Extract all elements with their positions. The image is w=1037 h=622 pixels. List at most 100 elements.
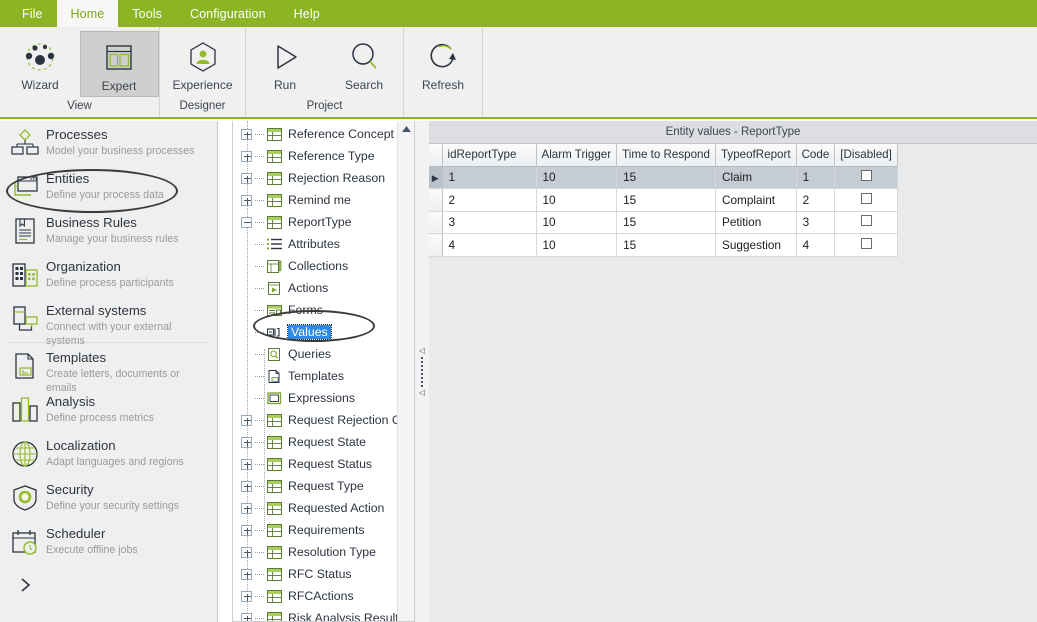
tree-expander-plus-icon[interactable] bbox=[241, 546, 252, 558]
tree-node[interactable]: Request Type bbox=[233, 475, 414, 497]
grid-cell[interactable]: 1 bbox=[796, 166, 836, 189]
grid-row-marker[interactable] bbox=[429, 211, 443, 234]
grid-cell[interactable]: 15 bbox=[616, 211, 716, 234]
disabled-checkbox[interactable] bbox=[860, 170, 872, 182]
tree-node[interactable]: Actions bbox=[233, 277, 414, 299]
tree-node[interactable]: Resolution Type bbox=[233, 541, 414, 563]
search-button[interactable]: Search bbox=[325, 31, 404, 97]
tree-node[interactable]: Requirements bbox=[233, 519, 414, 541]
menu-item-tools[interactable]: Tools bbox=[118, 0, 176, 27]
tree-scrollbar[interactable] bbox=[397, 121, 414, 621]
menu-item-help[interactable]: Help bbox=[280, 0, 334, 27]
grid-col-time-to-respond[interactable]: Time to Respond bbox=[616, 144, 716, 167]
tree-node[interactable]: Expressions bbox=[233, 387, 414, 409]
tree-node[interactable]: Attributes bbox=[233, 233, 414, 255]
splitter-arrow-up-icon[interactable]: ◁ bbox=[419, 346, 425, 355]
tree-expander-plus-icon[interactable] bbox=[241, 150, 252, 162]
grid-row-marker[interactable]: ▶ bbox=[429, 166, 443, 189]
sidebar-item-processes[interactable]: Processes Model your business processes bbox=[0, 121, 217, 165]
grid-cell[interactable]: 3 bbox=[442, 211, 537, 234]
wizard-button[interactable]: Wizard bbox=[1, 31, 80, 97]
grid-cell[interactable]: 2 bbox=[442, 188, 537, 212]
tree-node[interactable]: Collections bbox=[233, 255, 414, 277]
tree-expander-plus-icon[interactable] bbox=[241, 524, 252, 536]
grid-cell-disabled[interactable] bbox=[834, 211, 898, 234]
grid-cell[interactable]: 10 bbox=[536, 233, 618, 257]
sidebar-item-analysis[interactable]: Analysis Define process metrics bbox=[0, 388, 217, 432]
tree-node[interactable]: Values bbox=[233, 321, 414, 343]
tree-node[interactable]: Rejection Reason bbox=[233, 167, 414, 189]
grid-cell-disabled[interactable] bbox=[834, 166, 898, 189]
tree-node[interactable]: Remind me bbox=[233, 189, 414, 211]
grid-cell[interactable]: 10 bbox=[536, 166, 618, 189]
sidebar-item-scheduler[interactable]: Scheduler Execute offline jobs bbox=[0, 520, 217, 564]
grid-cell[interactable]: 15 bbox=[616, 166, 716, 189]
grid-cell-disabled[interactable] bbox=[834, 233, 898, 257]
sidebar-item-organization[interactable]: Organization Define process participants bbox=[0, 253, 217, 297]
tree-node[interactable]: Queries bbox=[233, 343, 414, 365]
tree-expander-plus-icon[interactable] bbox=[241, 590, 252, 602]
tree-expander-plus-icon[interactable] bbox=[241, 502, 252, 514]
panel-splitter[interactable]: ◁ ◁ bbox=[415, 121, 429, 622]
sidebar-expand-button[interactable] bbox=[0, 564, 217, 599]
grid-cell[interactable]: 4 bbox=[796, 233, 836, 257]
tree-node[interactable]: RFC Status bbox=[233, 563, 414, 585]
grid-cell-disabled[interactable] bbox=[834, 188, 898, 212]
grid-row-marker[interactable] bbox=[429, 233, 443, 257]
grid-cell[interactable]: 4 bbox=[442, 233, 537, 257]
menu-item-home[interactable]: Home bbox=[56, 0, 119, 27]
grid-cell[interactable]: 1 bbox=[442, 166, 537, 189]
table-row[interactable]: ▶ 1 10 15 Claim 1 bbox=[429, 166, 898, 189]
tree-node[interactable]: Requested Action bbox=[233, 497, 414, 519]
tree-expander-plus-icon[interactable] bbox=[241, 436, 252, 448]
tree-node[interactable]: Request State bbox=[233, 431, 414, 453]
tree-node[interactable]: Risk Analysis Result bbox=[233, 607, 414, 621]
grid-col-alarm-trigger[interactable]: Alarm Trigger bbox=[536, 144, 618, 167]
disabled-checkbox[interactable] bbox=[860, 192, 872, 204]
sidebar-item-external-systems[interactable]: External systems Connect with your exter… bbox=[0, 297, 217, 347]
grid-cell[interactable]: 15 bbox=[616, 188, 716, 212]
tree-expander-plus-icon[interactable] bbox=[241, 568, 252, 580]
expert-button[interactable]: Expert bbox=[79, 31, 159, 97]
tree-expander-plus-icon[interactable] bbox=[241, 414, 252, 426]
grid-cell[interactable]: Petition bbox=[715, 211, 797, 234]
run-button[interactable]: Run bbox=[246, 31, 325, 97]
grid-cell[interactable]: Complaint bbox=[715, 188, 797, 212]
menu-item-configuration[interactable]: Configuration bbox=[176, 0, 280, 27]
sidebar-item-localization[interactable]: Localization Adapt languages and regions bbox=[0, 432, 217, 476]
tree-node[interactable]: Request Rejection Caus bbox=[233, 409, 414, 431]
experience-button[interactable]: Experience bbox=[163, 31, 242, 97]
tree-expander-plus-icon[interactable] bbox=[241, 480, 252, 492]
entity-values-grid[interactable]: idReportType Alarm Trigger Time to Respo… bbox=[429, 144, 898, 257]
menu-item-file[interactable]: File bbox=[8, 0, 57, 27]
tree-node[interactable]: Reference Type bbox=[233, 145, 414, 167]
tree-expander-plus-icon[interactable] bbox=[241, 172, 252, 184]
grid-cell[interactable]: 10 bbox=[536, 211, 618, 234]
table-row[interactable]: 4 10 15 Suggestion 4 bbox=[429, 233, 898, 257]
tree-expander-plus-icon[interactable] bbox=[241, 612, 252, 621]
tree-node[interactable]: RFCActions bbox=[233, 585, 414, 607]
disabled-checkbox[interactable] bbox=[860, 215, 872, 227]
grid-col-code[interactable]: Code bbox=[796, 144, 836, 167]
grid-cell[interactable]: Suggestion bbox=[715, 233, 797, 257]
tree-expander-plus-icon[interactable] bbox=[241, 458, 252, 470]
sidebar-item-business-rules[interactable]: Business Rules Manage your business rule… bbox=[0, 209, 217, 253]
splitter-arrow-down-icon[interactable]: ◁ bbox=[419, 388, 425, 397]
tree-expander-plus-icon[interactable] bbox=[241, 194, 252, 206]
scroll-up-arrow-icon[interactable] bbox=[398, 121, 414, 138]
table-row[interactable]: 2 10 15 Complaint 2 bbox=[429, 188, 898, 212]
grid-cell[interactable]: 10 bbox=[536, 188, 618, 212]
refresh-button[interactable]: Refresh bbox=[404, 31, 483, 97]
table-row[interactable]: 3 10 15 Petition 3 bbox=[429, 211, 898, 234]
tree-node[interactable]: Forms bbox=[233, 299, 414, 321]
grid-row-marker[interactable] bbox=[429, 188, 443, 212]
grid-cell[interactable]: 2 bbox=[796, 188, 836, 212]
tree-node[interactable]: ReportType bbox=[233, 211, 414, 233]
disabled-checkbox[interactable] bbox=[860, 237, 872, 249]
grid-col-idreporttype[interactable]: idReportType bbox=[442, 144, 537, 167]
sidebar-item-templates[interactable]: Templates Create letters, documents or e… bbox=[0, 344, 217, 394]
tree-node[interactable]: Request Status bbox=[233, 453, 414, 475]
grid-cell[interactable]: Claim bbox=[715, 166, 797, 189]
tree-expander-minus-icon[interactable] bbox=[241, 216, 252, 228]
tree-node[interactable]: Templates bbox=[233, 365, 414, 387]
